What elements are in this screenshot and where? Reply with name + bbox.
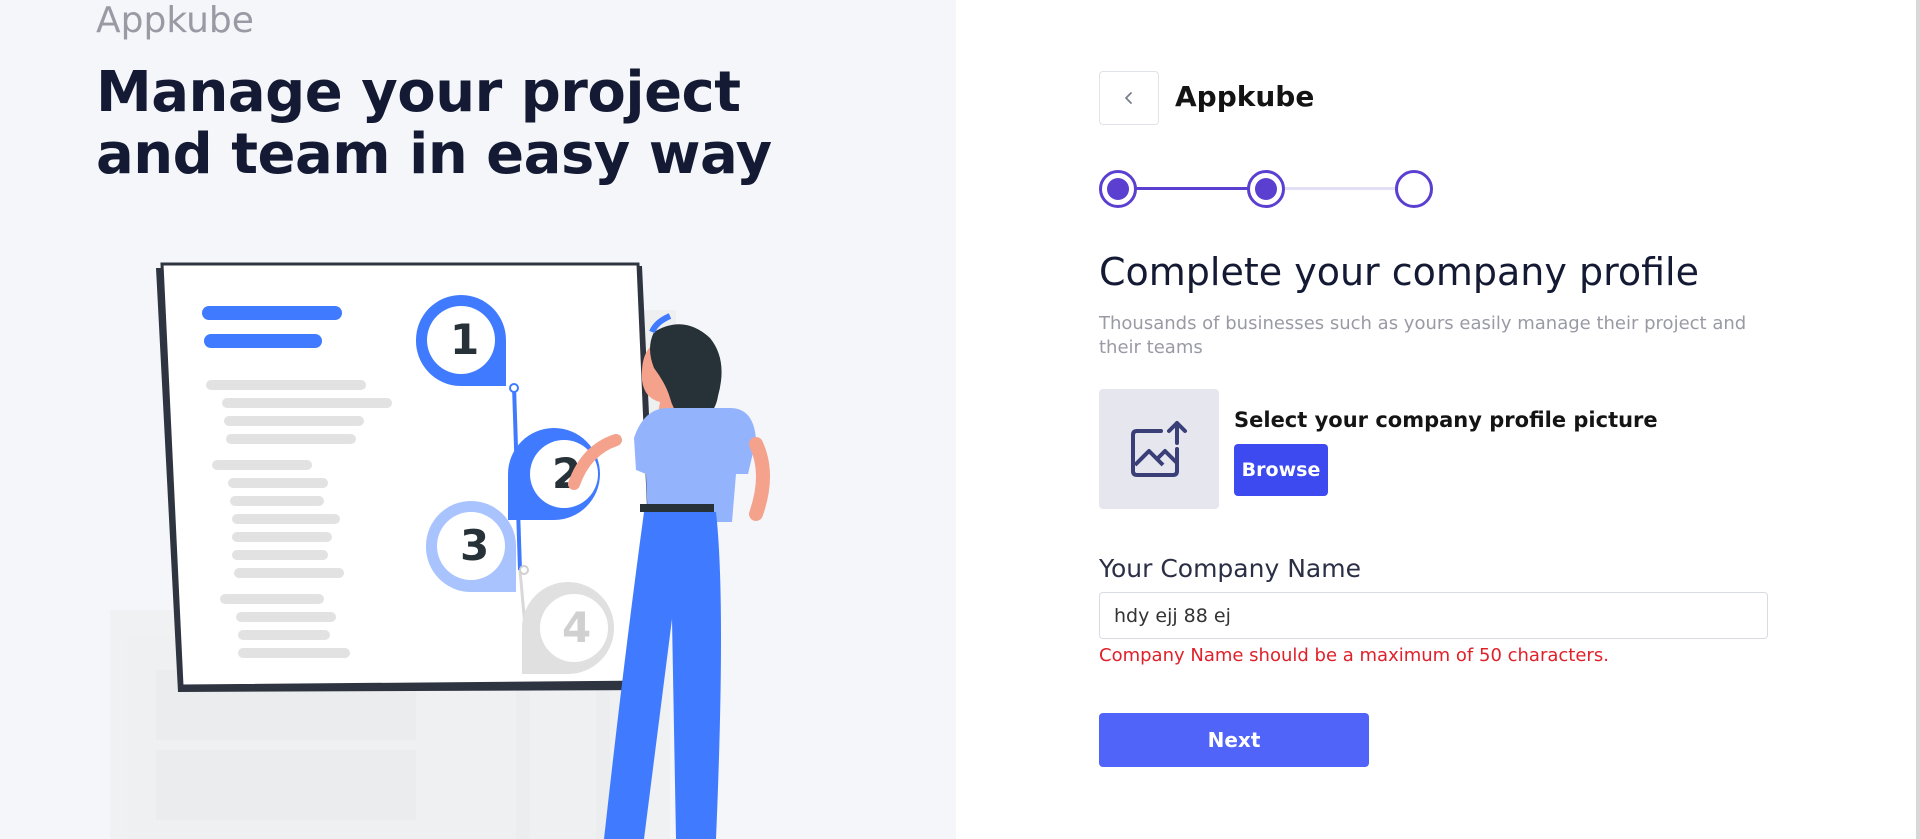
whiteboard: 1 2 3 4 xyxy=(156,262,662,692)
profile-picture-label: Select your company profile picture xyxy=(1234,408,1658,432)
step-3-pending xyxy=(1395,170,1433,208)
hero-headline: Manage your project and team in easy way xyxy=(96,60,772,187)
step-connector-2 xyxy=(1285,187,1397,190)
next-button[interactable]: Next xyxy=(1099,713,1369,767)
hero-panel: Appkube Manage your project and team in … xyxy=(0,0,956,839)
chevron-left-icon xyxy=(1125,92,1132,104)
company-name-label: Your Company Name xyxy=(1099,554,1361,583)
company-name-error: Company Name should be a maximum of 50 c… xyxy=(1099,645,1609,666)
form-title: Complete your company profile xyxy=(1099,250,1699,294)
step-number-3: 3 xyxy=(460,521,489,570)
hero-brand: Appkube xyxy=(96,0,254,41)
step-number-1: 1 xyxy=(450,315,479,364)
header-brand: Appkube xyxy=(1175,80,1315,113)
company-name-input[interactable] xyxy=(1099,592,1768,639)
project-illustration: 1 2 3 4 xyxy=(110,262,770,839)
image-upload-icon xyxy=(1131,421,1187,477)
profile-picture-preview[interactable] xyxy=(1099,389,1219,509)
back-button[interactable] xyxy=(1099,71,1159,125)
progress-stepper xyxy=(1099,170,1433,208)
step-1-completed xyxy=(1099,170,1137,208)
step-connector-1 xyxy=(1135,187,1249,190)
scrollbar[interactable] xyxy=(1916,0,1920,839)
step-2-completed xyxy=(1247,170,1285,208)
browse-button[interactable]: Browse xyxy=(1234,444,1328,496)
form-subtitle: Thousands of businesses such as yours ea… xyxy=(1099,313,1747,358)
step-number-4: 4 xyxy=(562,603,591,652)
